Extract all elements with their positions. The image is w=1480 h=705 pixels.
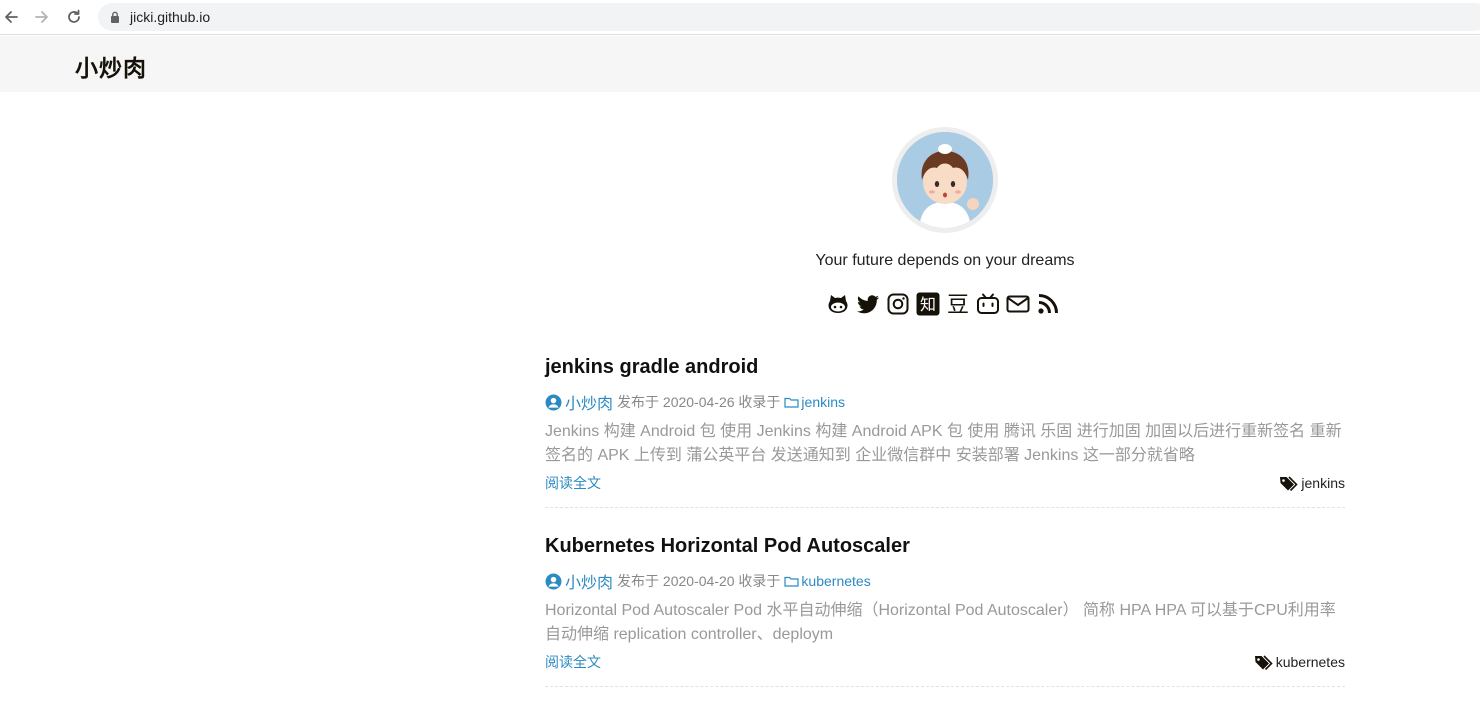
instagram-icon	[887, 293, 909, 315]
douban-link[interactable]: 豆	[946, 291, 970, 317]
folder-icon	[784, 397, 800, 408]
cartoon-boy-illustration	[897, 132, 993, 228]
mail-link[interactable]	[1006, 291, 1030, 317]
tags-icon	[1254, 654, 1273, 670]
post-meta: 小炒肉 发布于 2020-04-26 收录于 jenkins	[545, 391, 1345, 413]
site-header: 小炒肉	[0, 36, 1480, 92]
post-date: 发布于 2020-04-20 收录于	[617, 573, 781, 589]
folder-icon	[784, 576, 800, 587]
post-date: 发布于 2020-04-26 收录于	[617, 394, 781, 410]
arrow-left-icon	[5, 11, 18, 23]
post-title-link[interactable]: Kubernetes Horizontal Pod Autoscaler	[545, 535, 1345, 561]
post-footer: 阅读全文 kubernetes	[545, 652, 1345, 672]
read-more-link[interactable]: 阅读全文	[545, 652, 601, 672]
browser-toolbar: jicki.github.io	[0, 0, 1480, 35]
arrow-right-icon	[35, 11, 48, 23]
user-circle-icon	[545, 394, 562, 410]
tags-icon	[1280, 475, 1299, 491]
back-button[interactable]	[0, 6, 22, 28]
post-tag-link[interactable]: kubernetes	[1254, 654, 1345, 670]
zhihu-glyph: 知	[920, 295, 936, 314]
user-circle-icon	[545, 573, 562, 589]
read-more-link[interactable]: 阅读全文	[545, 473, 601, 493]
instagram-link[interactable]	[886, 291, 910, 317]
post-tag-label: kubernetes	[1275, 654, 1345, 670]
post-author-link[interactable]: 小炒肉	[565, 569, 613, 593]
post-footer: 阅读全文 jenkins	[545, 473, 1345, 493]
douban-glyph: 豆	[947, 293, 969, 316]
github-icon	[828, 295, 848, 313]
site-title-link[interactable]: 小炒肉	[75, 49, 147, 83]
twitter-link[interactable]	[856, 291, 880, 317]
zhihu-link[interactable]: 知	[916, 291, 940, 317]
douban-icon: 豆	[947, 293, 969, 316]
post-tag-link[interactable]: jenkins	[1279, 475, 1345, 491]
address-bar[interactable]: jicki.github.io	[98, 3, 1480, 31]
github-link[interactable]	[826, 291, 850, 317]
post-category-link[interactable]: jenkins	[801, 394, 845, 410]
bilibili-icon	[977, 293, 999, 314]
bilibili-link[interactable]	[976, 291, 1000, 317]
avatar-image	[897, 132, 993, 228]
rss-icon	[1038, 294, 1058, 314]
post-card: Kubernetes Horizontal Pod Autoscaler 小炒肉…	[545, 535, 1345, 687]
reload-icon	[68, 9, 80, 23]
avatar	[892, 127, 998, 233]
social-links: 知 豆	[826, 290, 1060, 318]
forward-button[interactable]	[31, 6, 53, 28]
mail-icon	[1006, 295, 1030, 313]
profile-motto: Your future depends on your dreams	[815, 252, 1075, 269]
post-excerpt: Jenkins 构建 Android 包 使用 Jenkins 构建 Andro…	[545, 423, 1342, 464]
post-excerpt: Horizontal Pod Autoscaler Pod 水平自动伸缩（Hor…	[545, 602, 1336, 643]
post-meta: 小炒肉 发布于 2020-04-20 收录于 kubernetes	[545, 570, 1345, 592]
post-divider	[545, 686, 1345, 687]
rss-link[interactable]	[1036, 291, 1060, 317]
zhihu-icon: 知	[916, 292, 940, 316]
twitter-icon	[857, 295, 879, 314]
post-category-link[interactable]: kubernetes	[801, 573, 870, 589]
post-divider	[545, 507, 1345, 508]
post-author-link[interactable]: 小炒肉	[565, 390, 613, 414]
post-tag-label: jenkins	[1301, 475, 1345, 491]
post-title-link[interactable]: jenkins gradle android	[545, 356, 1345, 382]
reload-button[interactable]	[63, 6, 85, 28]
url-text: jicki.github.io	[130, 9, 211, 25]
lock-icon	[111, 11, 119, 23]
post-card: jenkins gradle android 小炒肉 发布于 2020-04-2…	[545, 356, 1345, 508]
